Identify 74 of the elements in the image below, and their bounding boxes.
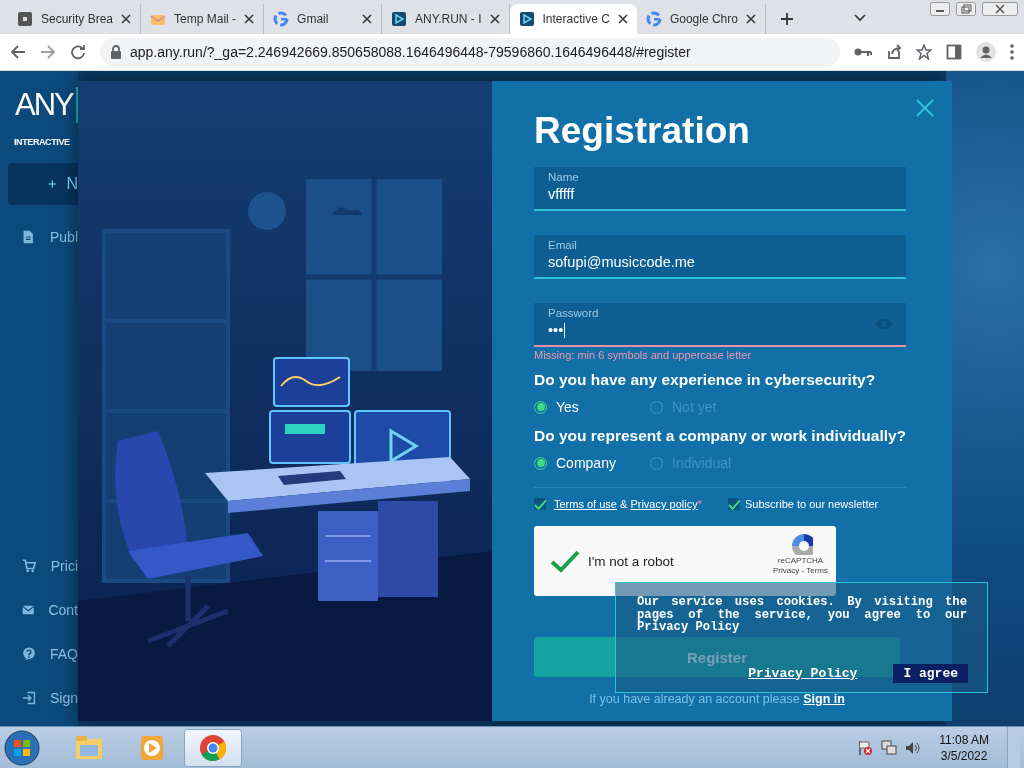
radio-button[interactable]: Yes (534, 395, 650, 419)
close-icon[interactable] (121, 14, 132, 24)
sidebar-item[interactable]: FAQ (0, 632, 78, 676)
help-icon (22, 645, 36, 663)
back-icon[interactable] (10, 44, 26, 60)
star-icon[interactable] (916, 44, 932, 60)
sidebar-item[interactable]: Publ (0, 215, 78, 259)
forward-icon[interactable] (40, 44, 56, 60)
chevron-down-icon[interactable] (853, 14, 866, 22)
checkbox[interactable] (727, 498, 740, 510)
address-bar[interactable]: app.any.run/?_ga=2.246942669.850658088.1646496448-79596860.1646496448/#register (100, 38, 840, 66)
privacy-link[interactable]: Privacy policy (630, 498, 698, 510)
agreement-text: Terms of use & Privacy policy* (554, 498, 702, 510)
taskbar-button[interactable] (184, 728, 242, 767)
google-icon (645, 11, 662, 27)
close-icon[interactable] (362, 14, 373, 24)
sidebar-item[interactable]: Prici (0, 544, 78, 588)
sidebar-item[interactable]: Sign (0, 676, 78, 720)
cookie-notice-text: Our service uses cookies. By visiting the pages of the service, you agree to our Privacy Policy (637, 596, 967, 634)
check-icon (727, 498, 740, 510)
url-text: app.any.run/?_ga=2.246942669.850658088.1646496448-79596860.1646496448/#register (130, 44, 691, 60)
password-field[interactable]: Password ••• (534, 303, 907, 347)
logo-subtitle: INTERACTIVE (13, 137, 71, 147)
chrome-icon (198, 732, 228, 763)
sign-in-icon (22, 689, 36, 707)
checkbox[interactable] (534, 498, 546, 510)
terms-link[interactable]: Terms of use (554, 498, 617, 510)
sign-in-text: If you have already an account please Sign in (588, 692, 846, 706)
side-panel-icon[interactable] (946, 44, 962, 60)
input-field[interactable]: Name vfffff (534, 167, 907, 211)
question-text: Do you have any experience in cybersecurity? (534, 371, 877, 389)
captcha-brand: reCAPTCHA (777, 556, 824, 565)
close-icon[interactable] (745, 14, 756, 24)
document-icon (22, 228, 36, 246)
more-menu-icon[interactable] (1010, 44, 1014, 60)
logo-bar (75, 87, 78, 123)
reload-icon[interactable] (70, 44, 86, 60)
google-icon (273, 11, 290, 27)
check-icon (550, 549, 580, 573)
browser-tab[interactable]: Interactive C (509, 4, 637, 34)
close-icon[interactable] (244, 14, 255, 24)
captcha-widget[interactable]: I'm not a robot reCAPTCHA Privacy - Terms (534, 526, 836, 596)
newsletter-label: Subscribe to our newsletter (744, 498, 879, 510)
minimize-icon[interactable] (930, 2, 950, 16)
logo-text: ANY (15, 86, 73, 124)
play-icon (391, 11, 408, 27)
question-text: Do you represent a company or work individually? (534, 427, 907, 445)
share-icon[interactable] (886, 44, 902, 60)
captcha-label: I'm not a robot (588, 553, 675, 569)
start-button[interactable] (4, 729, 40, 766)
close-icon[interactable] (617, 14, 628, 24)
clock[interactable]: 11:08 AM 3/5/2022 (939, 731, 989, 764)
sidebar-item[interactable]: Cont (0, 588, 78, 632)
site-icon (17, 11, 33, 27)
cart-icon (22, 557, 37, 575)
captcha-links[interactable]: Privacy - Terms (773, 566, 828, 575)
input-field[interactable]: Email sofupi@musiccode.me (534, 235, 907, 279)
radio-button[interactable]: Company (534, 451, 650, 475)
key-icon[interactable] (854, 46, 872, 58)
profile-icon[interactable] (976, 42, 996, 62)
form-title: Registration (534, 109, 751, 153)
restore-icon[interactable] (956, 2, 976, 16)
new-task-button[interactable]: N (8, 163, 78, 205)
sign-in-link[interactable]: Sign in (803, 692, 845, 706)
check-icon (534, 498, 546, 510)
captcha-checkbox[interactable] (550, 549, 580, 573)
play-icon (518, 11, 535, 27)
error-message: Missing: min 6 symbols and uppercase letter (534, 349, 753, 361)
close-icon[interactable] (982, 2, 1018, 16)
network-icon[interactable] (881, 739, 898, 756)
close-icon[interactable] (489, 14, 500, 24)
new-tab-icon[interactable] (779, 12, 794, 26)
flag-icon[interactable] (857, 739, 874, 756)
lock-icon (110, 45, 122, 59)
